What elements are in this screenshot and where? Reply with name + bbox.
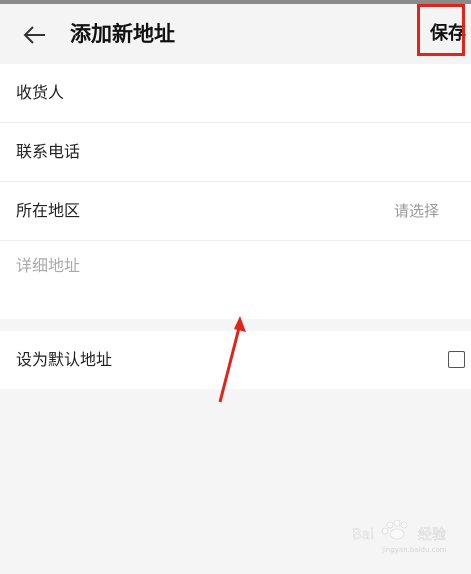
phone-field[interactable]: 联系电话	[0, 123, 471, 182]
arrow-left-icon	[23, 26, 45, 44]
watermark-text: Bai	[352, 527, 374, 543]
receiver-field[interactable]: 收货人	[0, 64, 471, 123]
phone-label: 联系电话	[16, 142, 81, 161]
detail-address-field[interactable]: 详细地址	[0, 241, 471, 319]
detail-address-placeholder: 详细地址	[16, 256, 81, 275]
default-address-label: 设为默认地址	[16, 350, 113, 369]
watermark-brand: 经验	[418, 527, 446, 543]
annotation-arrow-icon	[218, 316, 246, 403]
region-field[interactable]: 所在地区 请选择	[0, 182, 471, 241]
watermark: Bai 经验 jingyan.baidu.com	[352, 519, 447, 554]
save-button[interactable]: 保存	[430, 18, 466, 50]
back-button[interactable]	[22, 22, 48, 48]
region-hint[interactable]: 请选择	[394, 198, 439, 224]
page-title: 添加新地址	[70, 22, 175, 46]
baidu-paw-icon	[381, 519, 408, 540]
default-address-checkbox[interactable]	[448, 351, 465, 368]
receiver-label: 收货人	[16, 83, 65, 102]
app-header: 添加新地址 保存	[0, 4, 471, 64]
watermark-sub: jingyan.baidu.com	[381, 546, 447, 554]
region-label: 所在地区	[16, 201, 81, 220]
